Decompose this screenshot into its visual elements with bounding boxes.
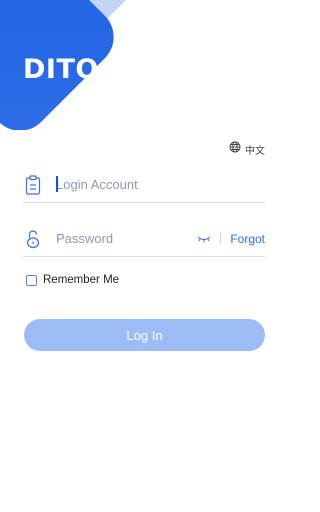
forgot-password-link[interactable]: Forgot	[230, 232, 265, 246]
password-input[interactable]	[56, 226, 197, 251]
remember-me-label: Remember Me	[43, 274, 120, 286]
remember-me-option[interactable]: Remember Me	[26, 274, 119, 286]
language-switch[interactable]: 中文	[229, 140, 265, 158]
password-field: Forgot	[23, 221, 265, 257]
globe-icon	[229, 140, 241, 158]
divider	[220, 233, 222, 244]
text-cursor	[56, 176, 58, 192]
login-button[interactable]: Log In	[24, 319, 265, 351]
remember-me-checkbox[interactable]	[26, 274, 37, 286]
language-label: 中文	[245, 145, 265, 157]
lock-open-icon	[23, 228, 43, 250]
brand-header: DITO	[0, 0, 288, 130]
eye-closed-icon[interactable]	[196, 233, 212, 245]
dito-logo: DITO	[23, 54, 99, 85]
id-card-icon	[23, 174, 43, 196]
account-field	[23, 167, 265, 203]
account-input[interactable]	[56, 172, 265, 197]
